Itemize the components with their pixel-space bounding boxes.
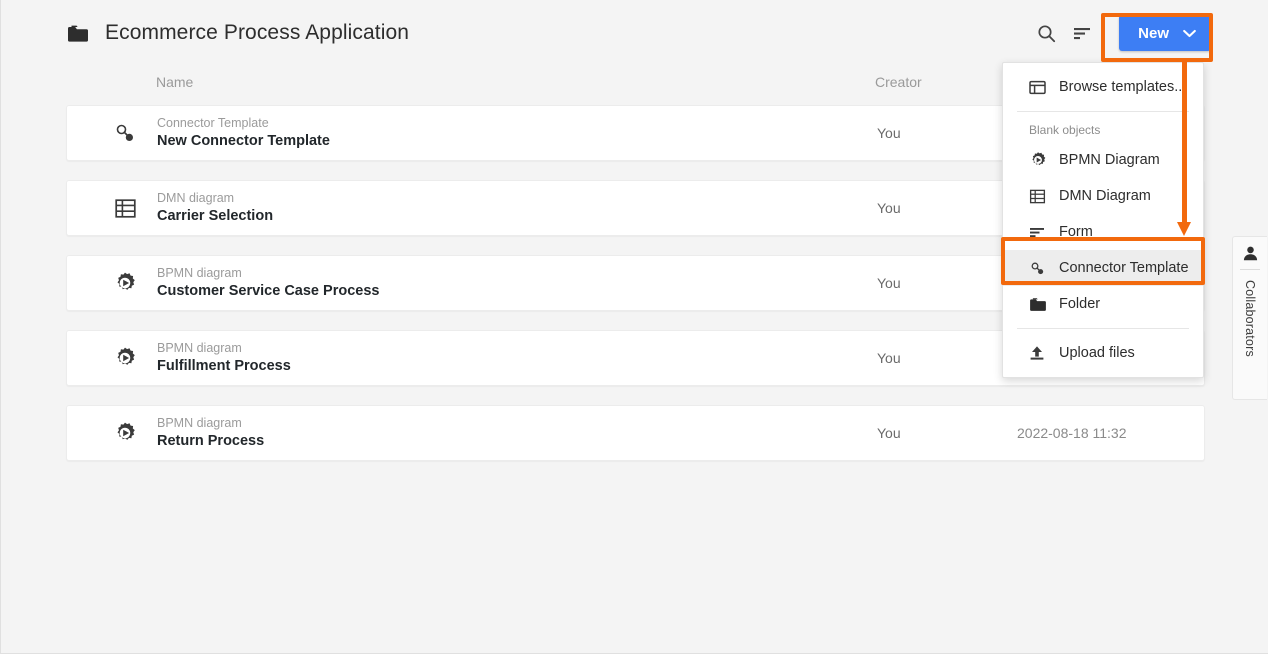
bpmn-gear-icon <box>1029 151 1051 169</box>
row-date: 2022-08-18 11:32 <box>1017 425 1127 441</box>
column-header-name: Name <box>156 74 194 90</box>
table-row[interactable]: BPMN diagram Return Process You 2022-08-… <box>66 405 1205 461</box>
new-dropdown-menu: Browse templates... Blank objects BPMN D… <box>1002 62 1204 378</box>
row-name: Fulfillment Process <box>157 358 291 374</box>
bpmn-gear-icon <box>111 271 139 295</box>
dmn-table-icon <box>1029 188 1051 205</box>
row-name: New Connector Template <box>157 133 330 149</box>
menu-item-dmn-diagram[interactable]: DMN Diagram <box>1003 178 1203 214</box>
row-name: Return Process <box>157 433 265 449</box>
menu-item-label: Connector Template <box>1059 260 1189 276</box>
new-button-label: New <box>1138 24 1169 42</box>
row-creator: You <box>877 350 901 366</box>
menu-item-label: BPMN Diagram <box>1059 152 1160 168</box>
menu-item-upload-files[interactable]: Upload files <box>1003 335 1203 371</box>
menu-item-form[interactable]: Form <box>1003 214 1203 250</box>
chevron-down-icon <box>1183 29 1196 38</box>
menu-item-label: Folder <box>1059 296 1101 312</box>
row-type: BPMN diagram <box>157 341 242 355</box>
row-name: Carrier Selection <box>157 208 274 224</box>
menu-item-label: Upload files <box>1059 345 1135 361</box>
row-creator: You <box>877 275 901 291</box>
menu-item-browse-templates[interactable]: Browse templates... <box>1003 69 1203 105</box>
form-lines-icon <box>1029 226 1051 239</box>
row-text: BPMN diagram Customer Service Case Proce… <box>157 266 379 300</box>
row-type: BPMN diagram <box>157 416 242 430</box>
bpmn-gear-icon <box>111 346 139 370</box>
row-type: BPMN diagram <box>157 266 242 280</box>
row-type: DMN diagram <box>157 191 235 205</box>
dmn-table-icon <box>111 197 139 220</box>
divider <box>1240 269 1260 270</box>
row-text: Connector Template New Connector Templat… <box>157 116 330 150</box>
menu-item-bpmn-diagram[interactable]: BPMN Diagram <box>1003 142 1203 178</box>
folder-icon <box>1029 297 1051 312</box>
row-name: Customer Service Case Process <box>157 283 380 299</box>
menu-item-label: DMN Diagram <box>1059 188 1151 204</box>
menu-item-label: Form <box>1059 224 1093 240</box>
menu-divider <box>1017 111 1189 112</box>
upload-icon <box>1029 345 1051 361</box>
row-text: DMN diagram Carrier Selection <box>157 191 273 225</box>
new-button[interactable]: New <box>1119 15 1211 51</box>
menu-divider <box>1017 328 1189 329</box>
row-creator: You <box>877 425 901 441</box>
annotation-arrow-shaft <box>1182 60 1187 227</box>
menu-group-label: Blank objects <box>1029 123 1101 137</box>
sort-icon[interactable] <box>1065 16 1099 50</box>
row-type: Connector Template <box>157 116 269 130</box>
new-button-wrap: New <box>1119 15 1211 51</box>
menu-item-label: Browse templates... <box>1059 79 1187 95</box>
page-title: Ecommerce Process Application <box>105 21 410 44</box>
browse-templates-icon <box>1029 80 1051 95</box>
folder-icon <box>67 24 89 43</box>
collaborators-label: Collaborators <box>1243 280 1257 357</box>
collaborators-panel-tab[interactable]: Collaborators <box>1232 236 1267 400</box>
row-text: BPMN diagram Return Process <box>157 416 264 450</box>
menu-item-folder[interactable]: Folder <box>1003 286 1203 322</box>
connector-template-icon <box>111 121 139 145</box>
app-root: Ecommerce Process Application New Name C… <box>0 0 1268 654</box>
page-header: Ecommerce Process Application New <box>1 0 1268 66</box>
annotation-arrow-head <box>1177 222 1191 236</box>
menu-item-connector-template[interactable]: Connector Template <box>1003 250 1203 286</box>
search-icon[interactable] <box>1029 16 1063 50</box>
column-header-creator: Creator <box>875 74 922 90</box>
connector-template-icon <box>1029 260 1051 277</box>
person-icon <box>1242 245 1259 262</box>
row-creator: You <box>877 200 901 216</box>
bpmn-gear-icon <box>111 421 139 445</box>
row-text: BPMN diagram Fulfillment Process <box>157 341 291 375</box>
row-creator: You <box>877 125 901 141</box>
